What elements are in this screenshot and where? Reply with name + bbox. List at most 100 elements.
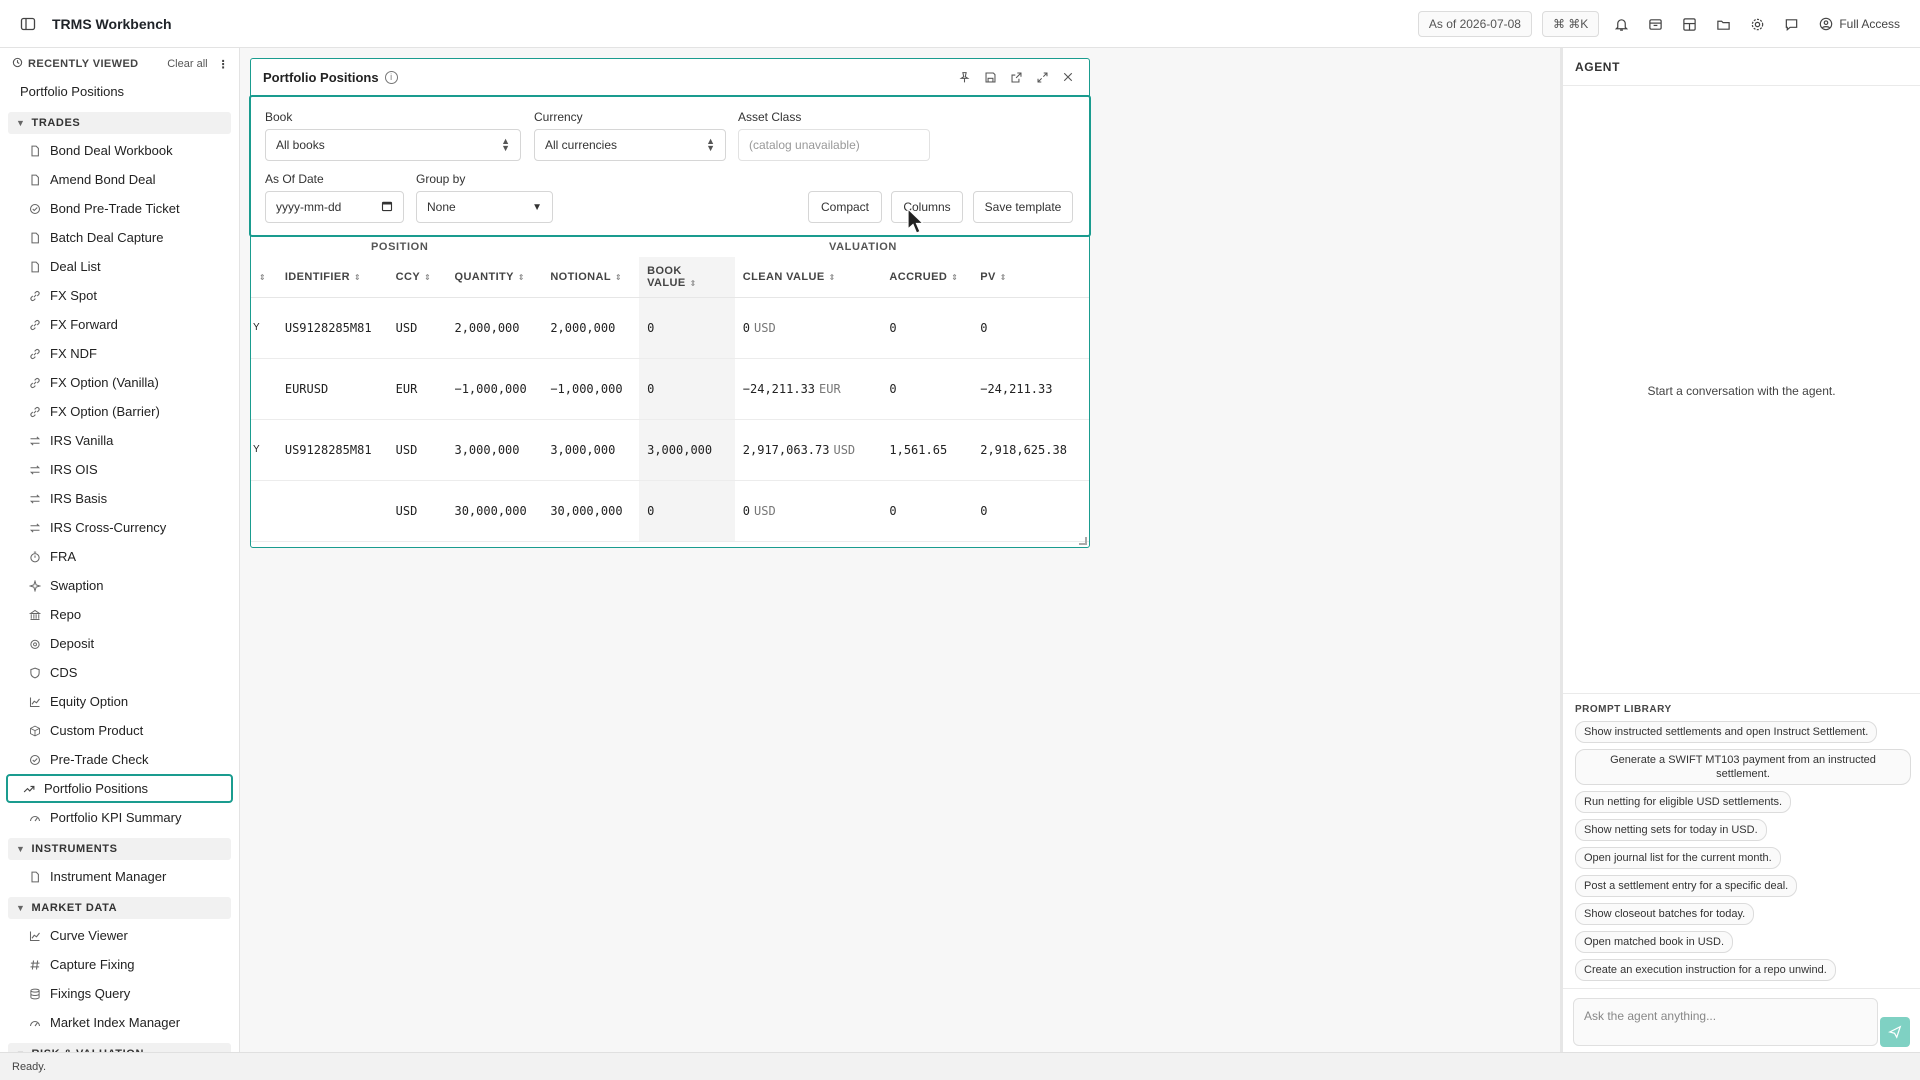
send-icon[interactable] (1880, 1017, 1910, 1047)
as-of-date-input[interactable]: yyyy-mm-dd (265, 191, 404, 223)
check-circle-icon (28, 202, 42, 216)
table-row[interactable]: EURUSD EUR −1,000,000 −1,000,000 0 −24,211.33… (251, 358, 1089, 420)
sidebar-item-capture-fixing[interactable]: Capture Fixing (6, 950, 233, 979)
prompt-chip[interactable]: Run netting for eligible USD settlements… (1575, 791, 1792, 813)
maximize-icon[interactable] (1033, 68, 1051, 86)
cell-accrued: 0 (881, 358, 973, 420)
sidebar-toggle-icon[interactable] (18, 14, 38, 34)
sidebar-item-irs-basis[interactable]: IRS Basis (6, 484, 233, 513)
cell-accrued: 0 (881, 480, 973, 542)
column-header-accrued[interactable]: ACCRUED ⇕ (881, 257, 973, 298)
pop-out-icon[interactable] (1007, 68, 1025, 86)
close-icon[interactable] (1059, 68, 1077, 86)
layout-icon[interactable] (1677, 12, 1701, 36)
column-header-ccy[interactable]: CCY ⇕ (387, 257, 447, 298)
command-palette-button[interactable]: ⌘ ⌘K (1541, 11, 1600, 37)
sidebar-item-pre-trade-check[interactable]: Pre-Trade Check (6, 745, 233, 774)
currency-select[interactable]: All currencies ▲ ▼ (534, 129, 726, 161)
resize-handle[interactable] (1079, 537, 1087, 545)
archive-icon[interactable] (1643, 12, 1667, 36)
table-row[interactable]: USD 30,000,000 30,000,000 0 0 USD 0 0 (251, 480, 1089, 542)
sidebar-item-fx-option-barrier[interactable]: FX Option (Barrier) (6, 397, 233, 426)
sidebar-item-repo[interactable]: Repo (6, 600, 233, 629)
group-by-select[interactable]: None ▼ (416, 191, 553, 223)
sidebar-item-swaption[interactable]: Swaption (6, 571, 233, 600)
sidebar-item-bond-deal-workbook[interactable]: Bond Deal Workbook (6, 136, 233, 165)
table-row[interactable]: Y US9128285M81 USD 3,000,000 3,000,000 3,000,… (251, 419, 1089, 481)
sidebar-item-irs-vanilla[interactable]: IRS Vanilla (6, 426, 233, 455)
prompt-chip[interactable]: Show instructed settlements and open Ins… (1575, 721, 1878, 743)
section-header-risk-valuation[interactable]: ▼RISK & VALUATION (8, 1043, 231, 1052)
sidebar-item-custom-product[interactable]: Custom Product (6, 716, 233, 745)
sidebar-item-bond-pre-trade-ticket[interactable]: Bond Pre-Trade Ticket (6, 194, 233, 223)
cell-ccy-value: USD (395, 442, 418, 457)
sidebar-item-deposit[interactable]: Deposit (6, 629, 233, 658)
sidebar-item-instrument-manager[interactable]: Instrument Manager (6, 862, 233, 891)
section-header-instruments[interactable]: ▼ INSTRUMENTS (8, 838, 231, 860)
column-header-book-value[interactable]: BOOK VALUE ⇕ (639, 257, 735, 298)
database-icon (28, 987, 42, 1001)
book-select[interactable]: All books ▲ ▼ (265, 129, 521, 161)
sidebar-item-fx-forward[interactable]: FX Forward (6, 310, 233, 339)
cell-clean-value: 2,917,063.73 USD (734, 419, 882, 481)
cell-ccy-value: USD (395, 503, 418, 518)
column-header-identifier[interactable]: IDENTIFIER ⇕ (276, 257, 388, 298)
column-header-notional[interactable]: NOTIONAL ⇕ (542, 257, 640, 298)
prompt-chip[interactable]: Create an execution instruction for a re… (1575, 959, 1836, 981)
prompt-chip[interactable]: Post a settlement entry for a specific d… (1575, 875, 1798, 897)
cell-identifier-value: EURUSD (284, 381, 329, 396)
sidebar-item-portfolio-kpi-summary[interactable]: Portfolio KPI Summary (6, 803, 233, 832)
sidebar-item-fx-spot[interactable]: FX Spot (6, 281, 233, 310)
positions-table-container[interactable]: POSITION VALUATION ⇕ IDENTIFIER ⇕ CCY ⇕ QU… (251, 237, 1089, 547)
section-header-trades[interactable]: ▼ TRADES (8, 112, 231, 134)
prompt-library: PROMPT LIBRARY Show instructed settlemen… (1563, 693, 1920, 987)
sidebar-item-irs-cross-currency[interactable]: IRS Cross-Currency (6, 513, 233, 542)
sidebar-item-portfolio-positions[interactable]: Portfolio Positions (6, 774, 233, 803)
agent-input[interactable]: Ask the agent anything... (1573, 998, 1878, 1046)
sidebar-item-market-index-manager[interactable]: Market Index Manager (6, 1008, 233, 1037)
column-header-pv[interactable]: PV ⇕ (972, 257, 1089, 298)
sidebar-item-fx-option-vanilla[interactable]: FX Option (Vanilla) (6, 368, 233, 397)
sidebar-item-fra[interactable]: FRA (6, 542, 233, 571)
sidebar-item-equity-option[interactable]: Equity Option (6, 687, 233, 716)
sidebar-item-fx-ndf[interactable]: FX NDF (6, 339, 233, 368)
panel-header[interactable]: Portfolio Positions i (251, 59, 1089, 95)
columns-button[interactable]: Columns (891, 191, 963, 223)
bell-icon[interactable] (1609, 12, 1633, 36)
sidebar-item-cds[interactable]: CDS (6, 658, 233, 687)
compact-button[interactable]: Compact (808, 191, 882, 223)
sidebar-item-fixings-query[interactable]: Fixings Query (6, 979, 233, 1008)
info-icon[interactable]: i (384, 70, 398, 84)
prompt-chip[interactable]: Open journal list for the current month. (1575, 847, 1781, 869)
column-header-clean-value[interactable]: CLEAN VALUE ⇕ (734, 257, 882, 298)
sidebar-item-curve-viewer[interactable]: Curve Viewer (6, 921, 233, 950)
gear-icon[interactable] (1745, 12, 1769, 36)
sidebar-item-amend-bond-deal[interactable]: Amend Bond Deal (6, 165, 233, 194)
more-options-icon[interactable]: ⋮ (218, 58, 229, 71)
sidebar-item-batch-deal-capture[interactable]: Batch Deal Capture (6, 223, 233, 252)
save-template-button[interactable]: Save template (973, 191, 1073, 223)
prompt-chip-row: Open matched book in USD. (1575, 931, 1910, 959)
table-row[interactable]: Y US9128285M81 USD 2,000,000 2,000,000 0 0 USD 0… (251, 297, 1089, 359)
sidebar-item-deal-list[interactable]: Deal List (6, 252, 233, 281)
nav-list: Instrument Manager (0, 862, 239, 891)
pin-icon[interactable] (955, 68, 973, 86)
row-handle-header[interactable]: ⇕ (251, 257, 277, 298)
access-level-button[interactable]: Full Access (1819, 17, 1900, 31)
sidebar-item-irs-ois[interactable]: IRS OIS (6, 455, 233, 484)
as-of-date-badge[interactable]: As of 2026-07-08 (1417, 11, 1532, 37)
clear-all-button[interactable]: Clear all (167, 58, 207, 70)
swap-icon (28, 463, 42, 477)
recent-item[interactable]: Portfolio Positions (0, 76, 239, 106)
column-header-quantity[interactable]: QUANTITY ⇕ (446, 257, 543, 298)
prompt-chip[interactable]: Show closeout batches for today. (1575, 903, 1755, 925)
prompt-chip[interactable]: Open matched book in USD. (1575, 931, 1734, 953)
section-header-market-data[interactable]: ▼ MARKET DATA (8, 897, 231, 919)
section-label: INSTRUMENTS (31, 843, 118, 855)
folder-icon[interactable] (1711, 12, 1735, 36)
chat-icon[interactable] (1779, 12, 1803, 36)
prompt-chip[interactable]: Show netting sets for today in USD. (1575, 819, 1767, 841)
calendar-icon[interactable] (381, 200, 393, 215)
prompt-chip[interactable]: Generate a SWIFT MT103 payment from an i… (1575, 749, 1911, 785)
save-icon[interactable] (981, 68, 999, 86)
